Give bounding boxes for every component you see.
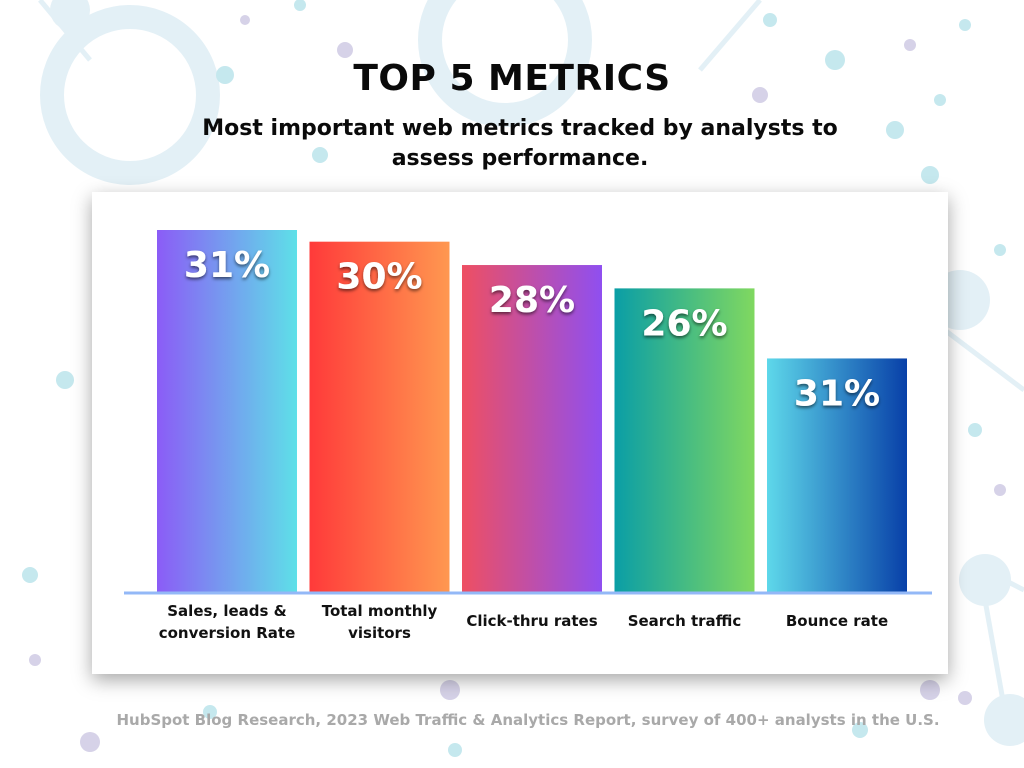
bar-value-label-5: 31% [794,373,880,414]
bar-value-label-1: 31% [184,245,270,286]
bar-chart: 31% Sales, leads & conversion Rate 30% Total… [124,230,932,642]
bar-value-label-2: 30% [336,257,422,298]
source-note: HubSpot Blog Research, 2023 Web Traffic … [116,711,940,729]
bar-value-label-4: 26% [641,303,727,344]
category-label-1: Sales, leads & conversion Rate [159,602,296,642]
page-title: TOP 5 METRICS [353,58,671,99]
chart-card: 31% Sales, leads & conversion Rate 30% Total… [92,192,948,674]
category-label-2: Total monthly visitors [322,602,438,642]
category-label-4: Search traffic [628,612,742,630]
page-subtitle: Most important web metrics tracked by an… [202,116,838,171]
bar-value-label-3: 28% [489,280,575,321]
category-label-3: Click-thru rates [466,612,597,630]
category-label-5: Bounce rate [786,612,888,630]
